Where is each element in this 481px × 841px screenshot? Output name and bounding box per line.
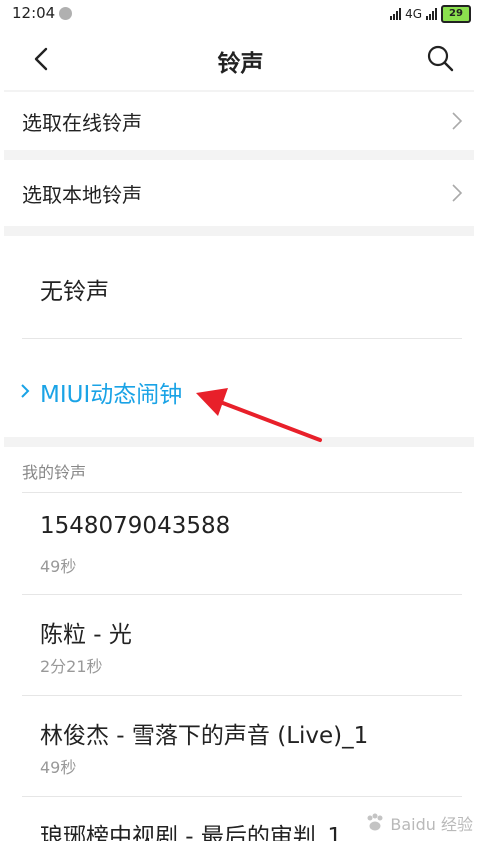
- status-bar: 12:04 4G 29: [0, 0, 481, 28]
- section-gap: [4, 226, 474, 236]
- signal-icon-secondary: [426, 8, 437, 20]
- status-icons: 4G 29: [390, 4, 471, 24]
- option-label: 无铃声: [40, 279, 109, 305]
- paw-icon: [367, 813, 383, 831]
- select-online-ringtone-label: 选取在线铃声: [22, 110, 142, 135]
- ringtone-duration: 2分21秒: [40, 657, 103, 676]
- ringtone-item[interactable]: 陈粒 - 光 2分21秒: [4, 595, 474, 695]
- battery-icon: 29: [441, 5, 471, 23]
- watermark: Baidu 经验: [364, 811, 473, 835]
- select-local-ringtone-row[interactable]: 选取本地铃声: [4, 160, 474, 226]
- ringtone-title: 琅琊榜中视剧 - 最后的审判_1: [40, 824, 343, 841]
- ringtone-duration: 49秒: [40, 758, 77, 777]
- top-nav-bar: 铃声: [0, 28, 481, 90]
- select-online-ringtone-row[interactable]: 选取在线铃声: [4, 92, 474, 150]
- chevron-right-icon: [452, 112, 463, 130]
- my-ringtones-header: 我的铃声: [22, 463, 87, 482]
- chevron-right-icon: [452, 184, 463, 202]
- status-time: 12:04: [12, 4, 56, 22]
- option-label-selected: MIUI动态闹钟: [40, 382, 183, 408]
- network-type: 4G: [405, 7, 422, 21]
- ringtone-duration: 49秒: [40, 557, 77, 576]
- page-title: 铃声: [217, 51, 264, 77]
- ringtone-item[interactable]: 1548079043588 49秒: [4, 493, 474, 593]
- ringtone-title: 林俊杰 - 雪落下的声音 (Live)_1: [40, 723, 369, 749]
- ringtone-title: 陈粒 - 光: [40, 622, 132, 648]
- option-no-ringtone[interactable]: 无铃声: [4, 236, 474, 338]
- notification-dot-icon: [59, 7, 72, 20]
- section-gap: [4, 437, 474, 447]
- signal-icon: [390, 8, 402, 20]
- ringtone-title: 1548079043588: [40, 513, 231, 539]
- watermark-text: Baidu 经验: [390, 815, 473, 834]
- search-icon[interactable]: [425, 43, 455, 73]
- option-miui-dynamic-alarm[interactable]: MIUI动态闹钟: [4, 339, 474, 437]
- selected-indicator-icon: [21, 384, 30, 398]
- ringtone-item[interactable]: 林俊杰 - 雪落下的声音 (Live)_1 49秒: [4, 696, 474, 796]
- select-local-ringtone-label: 选取本地铃声: [22, 182, 142, 207]
- section-gap: [4, 150, 474, 160]
